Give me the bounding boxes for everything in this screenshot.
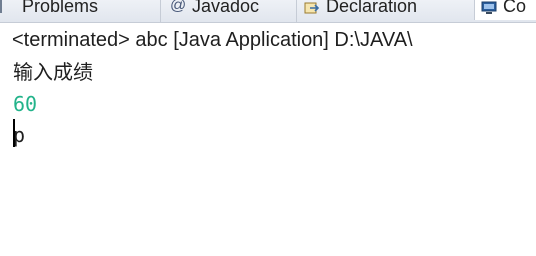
console-header-text: <terminated> abc [Java Application] D:\J… [12,29,413,51]
tab-console[interactable]: Co [474,0,536,20]
at-sign-icon: @ [170,0,187,14]
eclipse-console-view: Problems @ Javadoc Declaration Co <termi… [0,0,536,256]
tab-console-label: Co [503,0,527,16]
console-icon [481,0,497,14]
tab-javadoc-label: Javadoc [192,0,260,16]
tab-javadoc[interactable]: @ Javadoc [170,0,259,20]
tab-divider [160,0,161,22]
console-output-area[interactable]: 输入成绩 60 p [0,56,536,256]
tab-declaration-label: Declaration [326,0,418,16]
view-tab-bar: Problems @ Javadoc Declaration Co [0,0,536,23]
tab-divider [296,0,297,22]
tab-problems[interactable]: Problems [0,0,98,20]
tab-declaration[interactable]: Declaration [304,0,417,20]
tab-problems-label: Problems [22,0,99,16]
console-line-prompt: 输入成绩 [13,60,93,84]
console-line-input: 60 [13,92,38,116]
text-caret [13,119,15,147]
declaration-icon [304,0,320,14]
problems-icon [0,0,16,13]
console-description-bar: <terminated> abc [Java Application] D:\J… [0,28,536,56]
